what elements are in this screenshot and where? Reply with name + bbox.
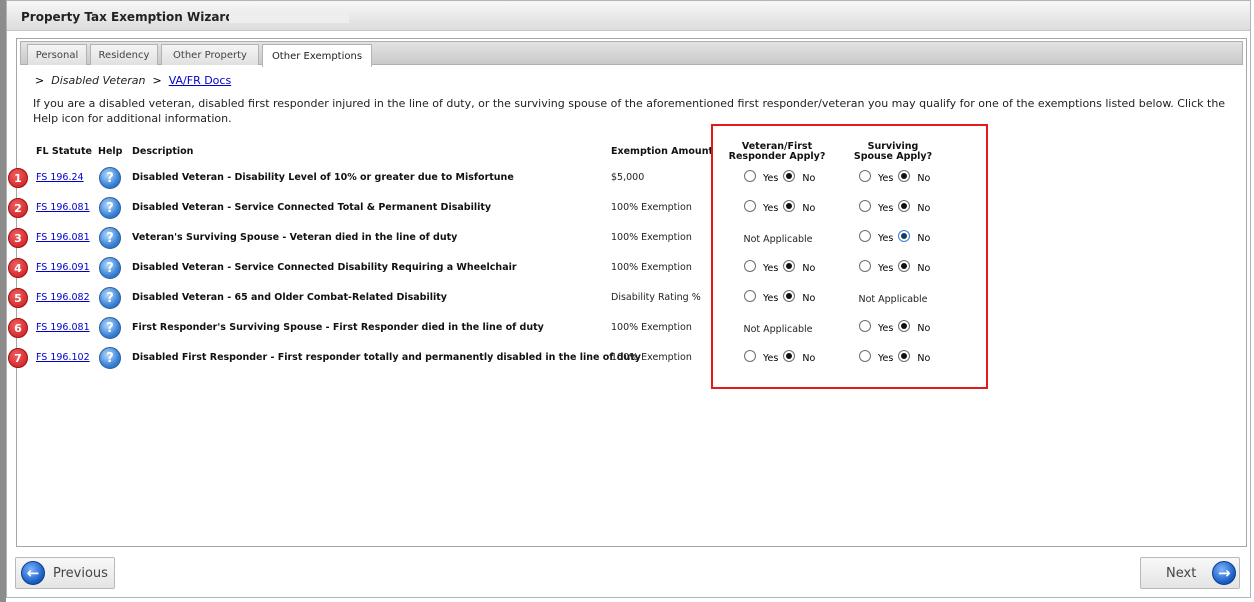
statute-link[interactable]: FS 196.081	[36, 202, 90, 213]
table-row: 1 FS 196.24? Disabled Veteran - Disability…	[8, 166, 1242, 192]
row-number-badge: 5	[8, 288, 28, 308]
tab-other-property[interactable]: Other Property	[161, 44, 259, 65]
tab-strip: Personal Residency Other Property Other …	[20, 41, 1243, 67]
help-icon[interactable]: ?	[99, 227, 121, 249]
tab-personal[interactable]: Personal	[27, 44, 87, 65]
arrow-left-icon: ←	[21, 561, 45, 585]
help-icon[interactable]: ?	[99, 317, 121, 339]
window-title: Property Tax Exemption Wizard -	[21, 10, 244, 24]
statute-link[interactable]: FS 196.102	[36, 352, 90, 363]
help-icon[interactable]: ?	[99, 167, 121, 189]
help-icon[interactable]: ?	[99, 287, 121, 309]
exemption-amount: 100% Exemption	[611, 202, 692, 213]
header-statute: FL Statute	[36, 146, 92, 157]
header-exemption-amount: Exemption Amount	[611, 146, 713, 157]
next-label: Next	[1166, 565, 1197, 581]
table-row: 5 FS 196.082? Disabled Veteran - 65 and Ol…	[8, 286, 1242, 312]
breadcrumb-link-docs[interactable]: VA/FR Docs	[169, 74, 232, 87]
exemption-amount: 100% Exemption	[611, 322, 692, 333]
breadcrumb-separator: >	[152, 74, 162, 87]
header-help: Help	[98, 146, 123, 157]
exemption-description: Disabled Veteran - Service Connected Dis…	[132, 262, 517, 273]
table-row: 4 FS 196.091? Disabled Veteran - Service C…	[8, 256, 1242, 282]
next-button[interactable]: Next →	[1140, 557, 1240, 589]
breadcrumb: > Disabled Veteran > VA/FR Docs	[35, 74, 231, 87]
help-icon[interactable]: ?	[99, 347, 121, 369]
statute-link[interactable]: FS 196.081	[36, 232, 90, 243]
exemption-description: First Responder's Surviving Spouse - Fir…	[132, 322, 544, 333]
statute-link[interactable]: FS 196.24	[36, 172, 84, 183]
statute-link[interactable]: FS 196.091	[36, 262, 90, 273]
exemption-description: Veteran's Surviving Spouse - Veteran die…	[132, 232, 458, 243]
exemption-amount: $5,000	[611, 172, 645, 183]
exemption-description: Disabled First Responder - First respond…	[132, 352, 642, 363]
tab-residency[interactable]: Residency	[90, 44, 158, 65]
exemption-amount: 100% Exemption	[611, 232, 692, 243]
tab-other-exemptions[interactable]: Other Exemptions	[262, 44, 372, 67]
statute-link[interactable]: FS 196.081	[36, 322, 90, 333]
help-icon[interactable]: ?	[99, 197, 121, 219]
exemption-amount: 100% Exemption	[611, 262, 692, 273]
exemption-amount: 100% Exemption	[611, 352, 692, 363]
title-redacted-area	[229, 11, 349, 23]
previous-label: Previous	[53, 565, 108, 581]
row-number-badge: 1	[8, 168, 28, 188]
wizard-window: Property Tax Exemption Wizard - Personal…	[6, 0, 1251, 598]
row-number-badge: 3	[8, 228, 28, 248]
table-row: 3 FS 196.081? Veteran's Surviving Spouse -…	[8, 226, 1242, 252]
previous-button[interactable]: ← Previous	[15, 557, 115, 589]
table-row: 2 FS 196.081? Disabled Veteran - Service C…	[8, 196, 1242, 222]
table-row: 6 FS 196.081? First Responder's Surviving …	[8, 316, 1242, 342]
intro-text: If you are a disabled veteran, disabled …	[33, 97, 1226, 125]
highlight-box	[711, 124, 988, 389]
exemption-description: Disabled Veteran - Disability Level of 1…	[132, 172, 514, 183]
exemption-description: Disabled Veteran - Service Connected Tot…	[132, 202, 492, 213]
wizard-panel: Personal Residency Other Property Other …	[8, 38, 1247, 547]
table-row: 7 FS 196.102? Disabled First Responder - F…	[8, 346, 1242, 372]
help-icon[interactable]: ?	[99, 257, 121, 279]
row-number-badge: 6	[8, 318, 28, 338]
statute-link[interactable]: FS 196.082	[36, 292, 90, 303]
header-description: Description	[132, 146, 194, 157]
exemption-amount: Disability Rating %	[611, 292, 701, 303]
row-number-badge: 7	[8, 348, 28, 368]
row-number-badge: 2	[8, 198, 28, 218]
title-bar: Property Tax Exemption Wizard -	[7, 1, 1250, 31]
row-number-badge: 4	[8, 258, 28, 278]
arrow-right-icon: →	[1212, 561, 1237, 585]
breadcrumb-current: Disabled Veteran	[51, 74, 146, 87]
exemption-description: Disabled Veteran - 65 and Older Combat-R…	[132, 292, 447, 303]
breadcrumb-separator: >	[35, 74, 45, 87]
